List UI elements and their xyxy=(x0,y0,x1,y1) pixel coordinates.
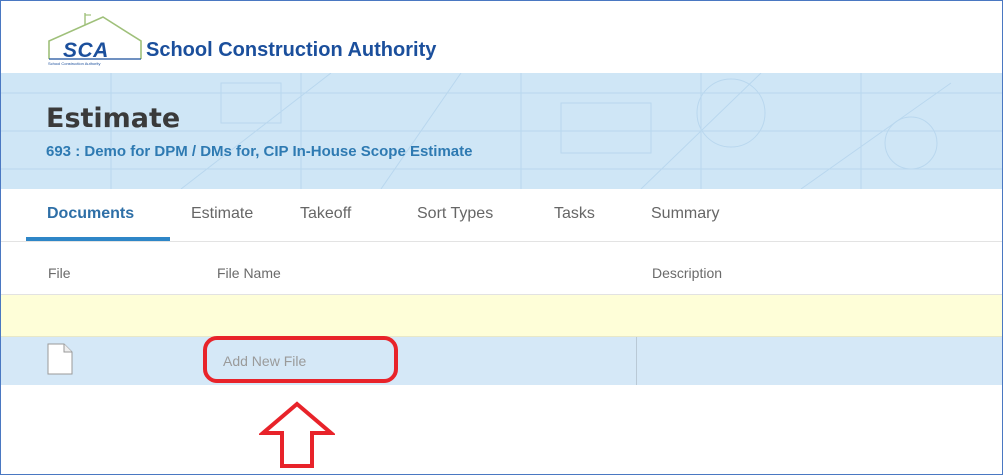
logo-abbreviation: SCA xyxy=(63,39,109,62)
up-arrow-outline-icon xyxy=(259,401,335,468)
tab-summary[interactable]: Summary xyxy=(651,205,719,223)
page-title: Estimate xyxy=(46,103,181,134)
tab-estimate[interactable]: Estimate xyxy=(191,205,253,223)
logo-bar: SCA School Construction Authority School… xyxy=(1,1,1002,73)
tab-takeoff[interactable]: Takeoff xyxy=(300,205,351,223)
sca-logo[interactable]: SCA School Construction Authority School… xyxy=(45,11,465,67)
column-header-file-name: File Name xyxy=(217,265,281,281)
tab-bar: Documents Estimate Takeoff Sort Types Ta… xyxy=(1,189,1002,242)
logo-subtext: School Construction Authority xyxy=(48,61,101,66)
tab-tasks[interactable]: Tasks xyxy=(554,205,595,223)
add-new-file-input[interactable] xyxy=(203,337,637,385)
page-header: Estimate 693 : Demo for DPM / DMs for, C… xyxy=(1,73,1002,189)
table-row[interactable] xyxy=(1,295,1002,337)
active-tab-indicator xyxy=(26,237,170,241)
column-header-file: File xyxy=(48,265,71,281)
page-subtitle: 693 : Demo for DPM / DMs for, CIP In-Hou… xyxy=(46,143,473,160)
logo-name: School Construction Authority xyxy=(146,39,437,61)
column-header-description: Description xyxy=(652,265,723,281)
blank-document-icon[interactable] xyxy=(47,343,73,375)
tab-documents[interactable]: Documents xyxy=(47,205,134,223)
app-window: SCA School Construction Authority School… xyxy=(0,0,1003,475)
tab-sort-types[interactable]: Sort Types xyxy=(417,205,493,223)
